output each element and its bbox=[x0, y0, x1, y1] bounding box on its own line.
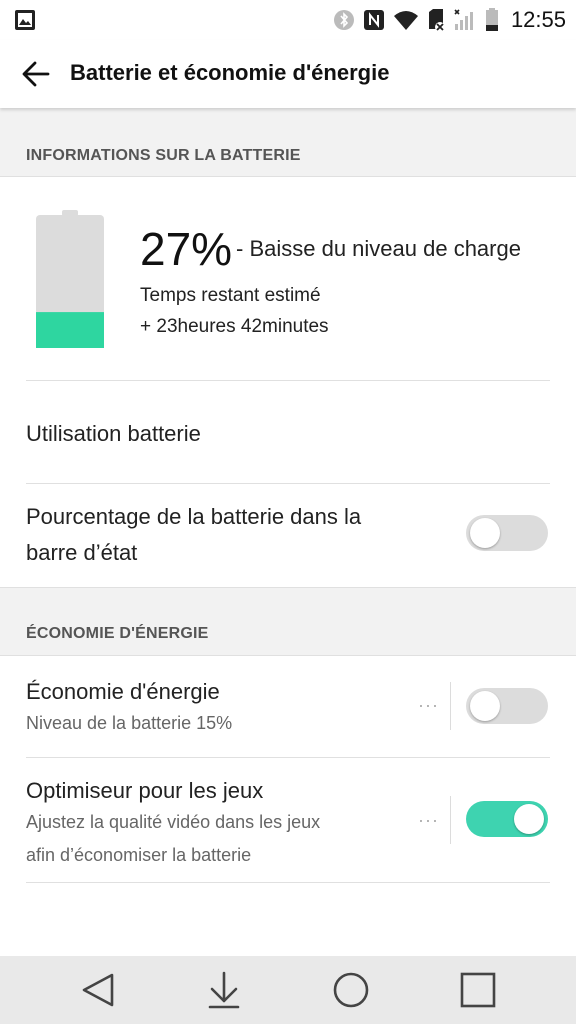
game-optimizer-title: Optimiseur pour les jeux bbox=[26, 778, 264, 803]
back-nav-icon bbox=[82, 973, 114, 1007]
estimate-label: Temps restant estimé bbox=[140, 285, 321, 306]
section-title: INFORMATIONS SUR LA BATTERIE bbox=[26, 147, 301, 164]
power-saving-toggle[interactable] bbox=[466, 688, 548, 724]
game-optimizer-subtitle-2: afin d’économiser la batterie bbox=[26, 845, 252, 865]
game-optimizer-subtitle: Ajustez la qualité vidéo dans les jeux bbox=[26, 812, 321, 832]
estimate-value: + 23heures 42minutes bbox=[140, 316, 329, 337]
status-icons: 12:55 bbox=[333, 6, 566, 34]
battery-icon bbox=[485, 8, 498, 31]
power-saving-subtitle: Niveau de la batterie 15% bbox=[26, 713, 233, 733]
percent-statusbar-label-2: barre d’état bbox=[26, 540, 138, 565]
power-saving-title: Économie d'énergie bbox=[26, 679, 220, 704]
toggle-knob bbox=[470, 691, 500, 721]
battery-level-graphic bbox=[36, 210, 104, 348]
back-button[interactable] bbox=[14, 54, 58, 94]
section-header-battery-info: INFORMATIONS SUR LA BATTERIE bbox=[0, 108, 576, 177]
clock: 12:55 bbox=[510, 7, 566, 32]
app-bar: Batterie et économie d'énergie bbox=[0, 40, 576, 108]
divider bbox=[26, 882, 550, 883]
toggle-knob bbox=[470, 518, 500, 548]
gallery-icon bbox=[15, 10, 35, 30]
bluetooth-icon bbox=[333, 10, 354, 30]
more-options-icon[interactable]: ··· bbox=[418, 695, 439, 716]
section-title: ÉCONOMIE D'ÉNERGIE bbox=[26, 625, 209, 642]
nav-home-button[interactable] bbox=[329, 970, 373, 1010]
back-arrow-icon bbox=[22, 61, 50, 87]
percent-statusbar-row[interactable]: Pourcentage de la batterie dans la barre… bbox=[0, 484, 576, 586]
battery-usage-label: Utilisation batterie bbox=[26, 421, 201, 446]
home-icon bbox=[333, 972, 369, 1008]
charge-status: - Baisse du niveau de charge bbox=[236, 236, 521, 261]
battery-percent: 27% bbox=[140, 223, 233, 275]
nav-notifications-button[interactable] bbox=[202, 970, 246, 1010]
nav-back-button[interactable] bbox=[76, 970, 120, 1010]
nfc-icon bbox=[363, 10, 384, 30]
recents-icon bbox=[460, 972, 496, 1008]
nav-recents-button[interactable] bbox=[456, 970, 500, 1010]
vertical-separator bbox=[450, 796, 451, 844]
signal-icon bbox=[454, 9, 473, 30]
battery-usage-row[interactable]: Utilisation batterie bbox=[0, 381, 576, 483]
battery-fill bbox=[36, 312, 104, 348]
wifi-icon bbox=[393, 11, 418, 30]
percent-statusbar-toggle[interactable] bbox=[466, 515, 548, 551]
power-saving-row[interactable]: Économie d'énergie Niveau de la batterie… bbox=[0, 655, 576, 757]
game-optimizer-toggle[interactable] bbox=[466, 801, 548, 837]
sd-card-icon bbox=[428, 9, 445, 32]
vertical-separator bbox=[450, 682, 451, 730]
game-optimizer-row[interactable]: Optimiseur pour les jeux Ajustez la qual… bbox=[0, 758, 576, 882]
status-bar: 12:55 bbox=[0, 0, 576, 40]
percent-statusbar-label: Pourcentage de la batterie dans la bbox=[26, 504, 362, 529]
section-header-power-saving: ÉCONOMIE D'ÉNERGIE bbox=[0, 587, 576, 656]
more-options-icon[interactable]: ··· bbox=[418, 810, 439, 831]
notifications-down-icon bbox=[208, 971, 240, 1009]
page-title: Batterie et économie d'énergie bbox=[70, 60, 390, 85]
navigation-bar bbox=[0, 956, 576, 1024]
toggle-knob bbox=[514, 804, 544, 834]
